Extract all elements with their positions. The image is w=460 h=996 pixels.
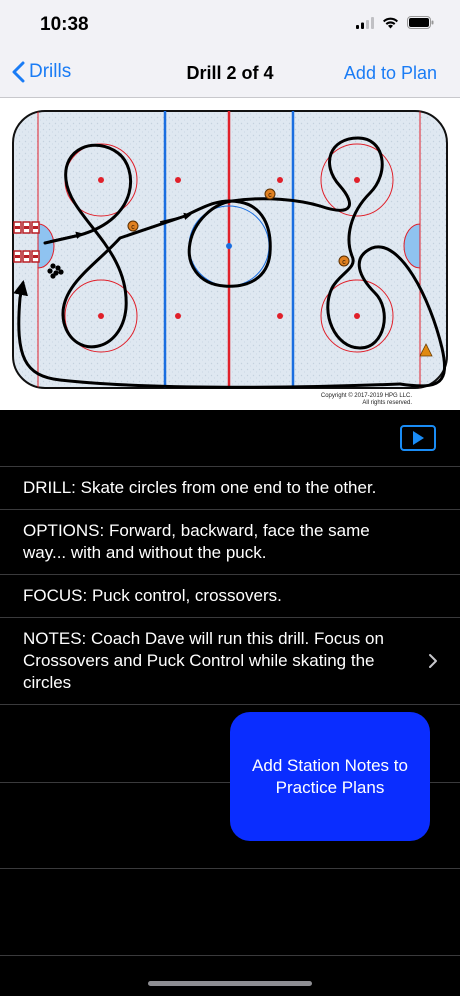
status-bar: 10:38	[0, 0, 460, 50]
navigation-bar: Drills Drill 2 of 4 Add to Plan	[0, 50, 460, 98]
drill-options: OPTIONS: Forward, backward, face the sam…	[23, 521, 370, 562]
drill-info-list: DRILL: Skate circles from one end to the…	[0, 466, 460, 705]
status-time: 10:38	[40, 14, 89, 35]
add-to-plan-button[interactable]: Add to Plan	[344, 63, 437, 84]
svg-text:c: c	[342, 259, 346, 266]
copyright-line-1: Copyright © 2017-2019 HPG LLC.	[320, 393, 412, 399]
back-button-label: Drills	[29, 61, 72, 82]
center-dot	[226, 243, 232, 249]
row-divider	[0, 868, 460, 869]
chevron-left-icon	[12, 61, 25, 83]
drill-focus: FOCUS: Puck control, crossovers.	[23, 586, 282, 605]
copyright-line-2: All rights reserved.	[362, 400, 412, 406]
cellular-signal-icon	[356, 16, 374, 29]
play-animation-button[interactable]	[400, 425, 436, 451]
back-button[interactable]: Drills	[12, 61, 71, 83]
wifi-icon	[383, 17, 398, 28]
drill-notes: NOTES: Coach Dave will run this drill. F…	[23, 629, 384, 692]
coach-marker-1: c	[127, 220, 139, 232]
coach-marker-2: c	[264, 188, 276, 200]
copyright-notice: Copyright © 2017-2019 HPG LLC. All right…	[321, 393, 412, 407]
drill-notes-row[interactable]: NOTES: Coach Dave will run this drill. F…	[0, 617, 460, 705]
row-divider	[0, 955, 460, 956]
battery-icon	[407, 16, 434, 29]
play-icon	[413, 431, 424, 445]
drill-focus-row: FOCUS: Puck control, crossovers.	[0, 574, 460, 617]
rink-diagram: c c c	[12, 110, 448, 389]
status-icons	[356, 16, 434, 29]
coach-marker-3: c	[338, 255, 350, 267]
home-indicator	[148, 981, 312, 986]
drill-options-row: OPTIONS: Forward, backward, face the sam…	[0, 509, 460, 574]
chevron-right-icon	[429, 654, 437, 668]
svg-text:c: c	[268, 192, 272, 199]
add-station-notes-button[interactable]: Add Station Notes to Practice Plans	[230, 712, 430, 841]
drill-description: DRILL: Skate circles from one end to the…	[23, 478, 377, 497]
drill-diagram: c c c Copyright © 2017-2019 HPG LLC. All…	[0, 98, 460, 410]
svg-text:c: c	[131, 224, 135, 231]
drill-description-row: DRILL: Skate circles from one end to the…	[0, 466, 460, 509]
